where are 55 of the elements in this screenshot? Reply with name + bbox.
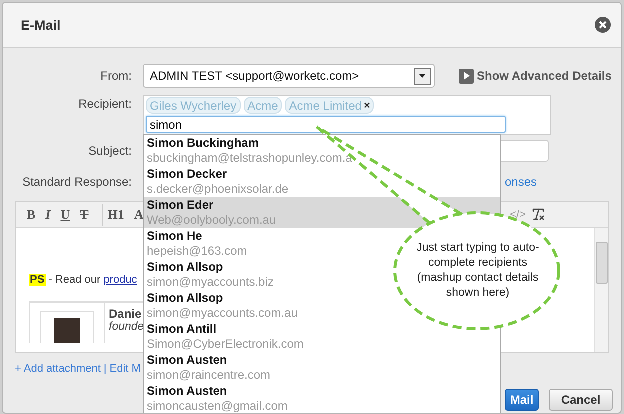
close-icon: [599, 21, 607, 29]
contact-name: Simon Eder: [147, 198, 214, 212]
signature-name: Danie: [109, 307, 142, 321]
contact-email: Simon@CyberElectronik.com: [147, 336, 304, 352]
cancel-button[interactable]: Cancel: [549, 389, 613, 411]
photo-placeholder: [54, 318, 80, 343]
remove-button[interactable]: ×: [364, 100, 370, 112]
field-label: From:: [100, 69, 132, 83]
ps-highlight: PS: [29, 274, 46, 286]
edit-link[interactable]: Edit M: [110, 363, 141, 375]
contact-name: Simon Allsop: [147, 290, 224, 306]
recipient-token[interactable]: Acme Limited ×: [285, 97, 374, 114]
advanced-details-link[interactable]: Show Advanced Details: [459, 68, 612, 84]
callout-text: Just start typing to auto-complete recipients (mashup contact details shown here): [416, 241, 540, 301]
send-button[interactable]: Mail: [505, 389, 539, 411]
format-button[interactable]: U: [56, 204, 76, 226]
contact-email: sbuckingham@telstrashopunley.com.a: [147, 150, 352, 166]
recipient-field[interactable]: Giles Wycherley Acme Acme Limited × simon: [143, 95, 551, 135]
from-select[interactable]: ADMIN TEST <support@worketc.com>: [143, 64, 435, 88]
field-label: Standard Response:: [22, 175, 132, 189]
field-label: Subject:: [88, 144, 132, 158]
contact-name: Simon Antill: [147, 322, 217, 336]
contact-name: Simon Allsop: [147, 260, 224, 274]
play-icon: [459, 68, 474, 84]
dialog-title: E-Mail: [21, 18, 61, 32]
contact-email: simon@myaccounts.biz: [147, 274, 274, 290]
add-attachment-link[interactable]: + Add attachment: [15, 363, 101, 375]
signature-title: founde: [109, 321, 144, 333]
scrollbar[interactable]: [594, 228, 608, 352]
contact-name: Simon He: [147, 228, 202, 244]
contact-email: simon@myaccounts.com.au: [147, 306, 298, 320]
contact-name: Simon Austen: [147, 384, 228, 398]
clear-format-icon[interactable]: [531, 207, 546, 222]
format-button[interactable]: I: [40, 204, 56, 226]
contact-name: Simon Buckingham: [147, 136, 260, 150]
contact-email: hepeish@163.com: [147, 244, 248, 258]
format-button[interactable]: B: [22, 204, 41, 226]
field-label: Recipient:: [78, 96, 132, 111]
ps-text: - Read our: [48, 274, 101, 286]
contact-name: Simon Decker: [147, 166, 228, 182]
caret-icon: [414, 68, 431, 84]
contact-suggestion[interactable]: Simon Buckingham sbuckingham@telstrashopunley.com.a: [144, 135, 356, 166]
contact-email: Web@oolybooly.com.au: [147, 212, 276, 228]
product-link[interactable]: produc: [104, 274, 138, 286]
contact-email: simon@raincentre.com: [147, 368, 271, 382]
contact-email: s.decker@phoenixsolar.de: [147, 182, 289, 196]
contact-name: Simon Austen: [147, 352, 228, 368]
contact-email: simoncausten@gmail.com: [147, 398, 288, 413]
standard-responses-link[interactable]: onses: [505, 175, 538, 189]
recipient-search-input[interactable]: simon: [146, 116, 506, 133]
scrollbar-thumb[interactable]: [596, 242, 608, 284]
separator: |: [104, 363, 107, 375]
format-button[interactable]: H1: [102, 204, 130, 226]
close-button[interactable]: [595, 17, 611, 33]
format-button[interactable]: T: [75, 204, 94, 226]
